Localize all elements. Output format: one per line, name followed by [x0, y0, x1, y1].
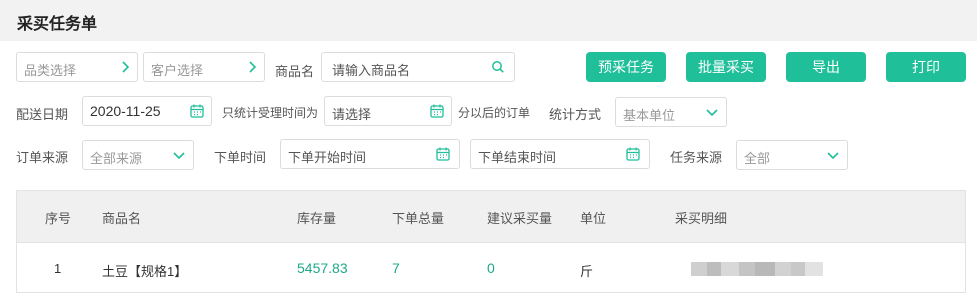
chevron-down-icon	[827, 152, 839, 160]
stat-method-label: 统计方式	[549, 107, 602, 122]
order-start-time-picker[interactable]: 下单开始时间	[280, 139, 460, 169]
delivery-date-picker[interactable]: 2020-11-25	[82, 96, 212, 126]
task-source-value: 全部	[744, 151, 771, 166]
calendar-icon	[430, 104, 444, 118]
order-end-time-picker[interactable]: 下单结束时间	[470, 139, 650, 169]
category-select-placeholder: 品类选择	[24, 63, 77, 78]
product-name-input[interactable]: 请输入商品名	[321, 52, 515, 82]
export-button[interactable]: 导出	[786, 52, 866, 82]
acceptance-time-suffix: 分以后的订单	[458, 106, 531, 120]
pre-purchase-task-button[interactable]: 预采任务	[586, 52, 666, 82]
calendar-icon	[626, 147, 640, 161]
order-source-label: 订单来源	[16, 150, 69, 165]
row-product-name: 土豆【规格1】	[102, 264, 188, 279]
search-icon	[492, 61, 504, 73]
order-source-select[interactable]: 全部来源	[82, 140, 194, 170]
table-header: 序号 商品名 库存量 下单总量 建议采买量 单位 采买明细	[17, 191, 965, 243]
chevron-right-icon	[249, 61, 257, 73]
order-time-label: 下单时间	[214, 150, 267, 165]
customer-select[interactable]: 客户选择	[143, 52, 265, 82]
batch-purchase-button[interactable]: 批量采买	[686, 52, 766, 82]
order-source-value: 全部来源	[90, 151, 143, 166]
product-name-placeholder: 请输入商品名	[332, 63, 411, 78]
row-total-ordered: 7	[392, 260, 400, 276]
row-stock: 5457.83	[297, 260, 348, 276]
header-product-name: 商品名	[102, 211, 142, 226]
acceptance-time-picker[interactable]: 请选择	[324, 96, 452, 126]
delivery-date-value: 2020-11-25	[90, 103, 161, 119]
stat-method-select[interactable]: 基本单位	[615, 97, 727, 127]
header-unit: 单位	[580, 211, 607, 226]
task-source-select[interactable]: 全部	[736, 140, 848, 170]
header-stock: 库存量	[297, 211, 337, 226]
stat-method-value: 基本单位	[623, 108, 676, 123]
row-unit: 斤	[580, 264, 594, 279]
task-source-label: 任务来源	[670, 150, 723, 165]
category-select[interactable]: 品类选择	[16, 52, 138, 82]
order-end-time-placeholder: 下单结束时间	[478, 150, 557, 165]
acceptance-time-label: 只统计受理时间为	[222, 106, 319, 120]
calendar-icon	[436, 147, 450, 161]
chevron-down-icon	[706, 109, 718, 117]
calendar-icon	[190, 104, 204, 118]
chevron-right-icon	[122, 61, 130, 73]
purchase-task-table: 序号 商品名 库存量 下单总量 建议采买量 单位 采买明细 1 土豆【规格1】 …	[16, 190, 966, 293]
header-total-ordered: 下单总量	[392, 211, 445, 226]
delivery-date-label: 配送日期	[16, 107, 69, 122]
header-purchase-detail: 采买明细	[675, 211, 728, 226]
customer-select-placeholder: 客户选择	[151, 63, 204, 78]
row-suggested-purchase: 0	[487, 260, 495, 276]
header-index: 序号	[45, 211, 72, 226]
page-title: 采买任务单	[17, 16, 98, 33]
print-button[interactable]: 打印	[886, 52, 966, 82]
row-purchase-detail-redacted	[691, 262, 823, 276]
product-name-label: 商品名	[275, 64, 315, 79]
acceptance-time-placeholder: 请选择	[332, 107, 372, 122]
row-index: 1	[54, 261, 62, 276]
chevron-down-icon	[173, 152, 185, 160]
page-header: 采买任务单	[0, 0, 977, 41]
header-suggested-purchase: 建议采买量	[487, 211, 553, 226]
order-start-time-placeholder: 下单开始时间	[288, 150, 367, 165]
